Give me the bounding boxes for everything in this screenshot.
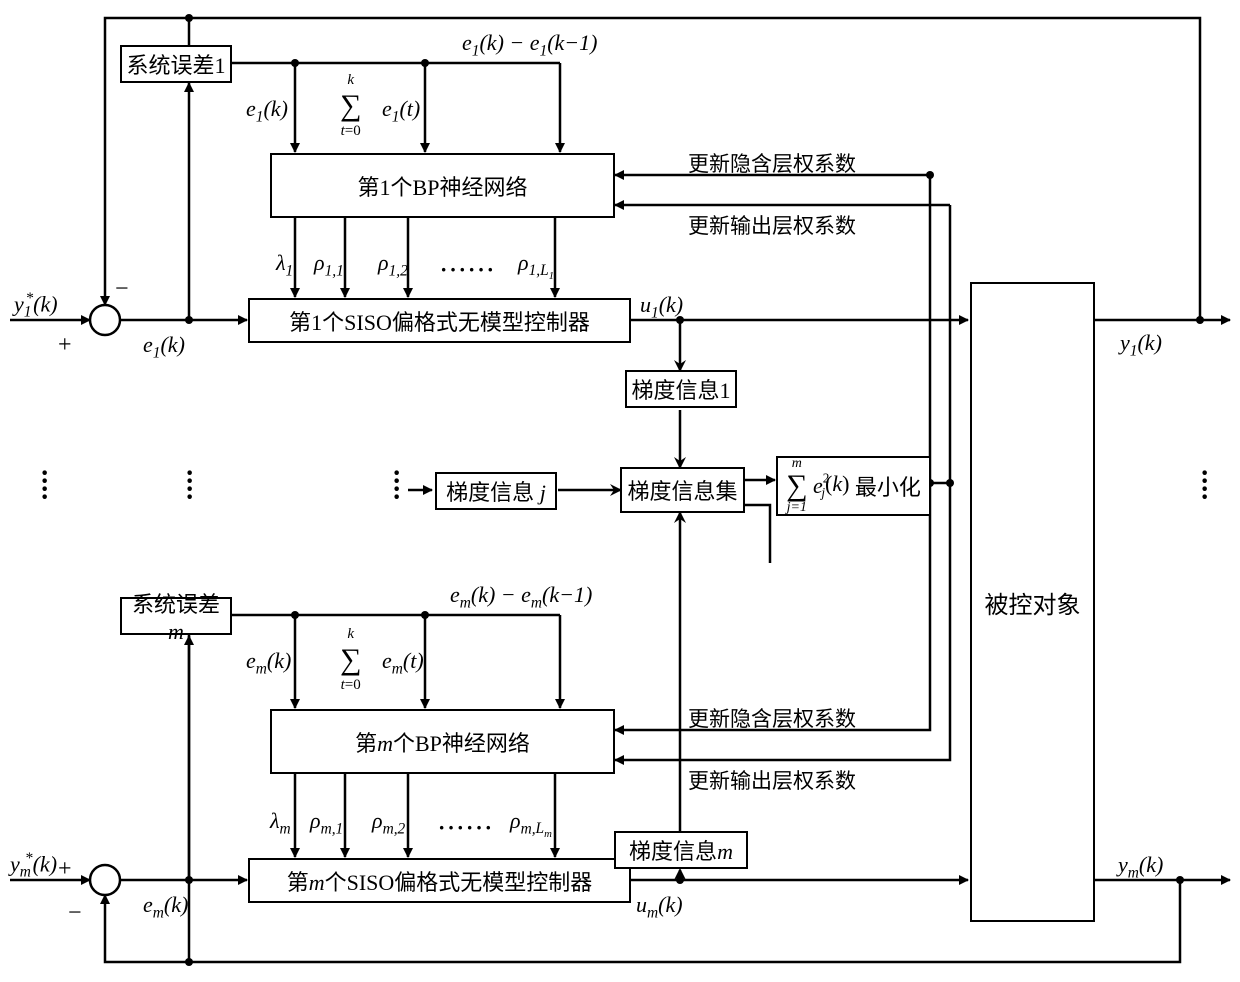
- rho12: ρ1,2: [378, 250, 408, 280]
- bpm-in-sum: k ∑ t=0: [340, 626, 361, 694]
- rhomL: ρm,Lm: [510, 808, 552, 840]
- um-label: um(k): [636, 892, 683, 922]
- bp-network-1-box: 第1个BP神经网络: [270, 153, 615, 218]
- sys-error-1-label: 系统误差1: [126, 48, 225, 80]
- vdots-left: ····: [40, 470, 49, 502]
- siso-controller-1-box: 第1个SISO偏格式无模型控制器: [248, 298, 631, 343]
- update-output-m: 更新输出层权系数: [688, 765, 856, 795]
- y1-out-label: y1(k): [1120, 330, 1162, 360]
- em-label: em(k): [143, 892, 188, 922]
- sisom-label: 第m个SISO偏格式无模型控制器: [287, 865, 593, 897]
- controlled-object-box: 被控对象: [970, 282, 1095, 922]
- controlled-object-label: 被控对象: [985, 585, 1081, 620]
- grad-info-set-box: 梯度信息集: [620, 467, 745, 513]
- bpm-in-e: em(k): [246, 648, 291, 678]
- bp-network-m-box: 第m个BP神经网络: [270, 709, 615, 774]
- bp1-in-e: e1(k): [246, 96, 288, 126]
- ym-ref-label: ym*(k): [10, 850, 57, 882]
- lambdam: λm: [270, 808, 291, 838]
- minus-1: −: [115, 276, 129, 303]
- gradm-label: 梯度信息m: [629, 834, 733, 866]
- plus-1: +: [58, 332, 72, 359]
- ym-out-label: ym(k): [1118, 852, 1163, 882]
- update-hidden-1: 更新隐含层权系数: [688, 148, 856, 178]
- grad1-label: 梯度信息1: [631, 373, 730, 405]
- sys-error-1-box: 系统误差1: [120, 45, 232, 83]
- e1-label: e1(k): [143, 332, 185, 362]
- bpm-diff: em(k) − em(k−1): [450, 582, 592, 612]
- vdots-2: ····: [185, 470, 194, 502]
- sys-error-m-box: 系统误差m: [120, 597, 232, 635]
- plus-m: +: [58, 856, 72, 883]
- bpm-sum-body: em(t): [382, 648, 424, 678]
- rho1L: ρ1,L1: [518, 250, 554, 282]
- rhom2: ρm,2: [372, 808, 405, 838]
- hdots2: ······: [438, 815, 494, 841]
- grad-info-m-box: 梯度信息m: [614, 831, 748, 869]
- rho11: ρ1,1: [314, 250, 344, 280]
- grad-info-1-box: 梯度信息1: [625, 370, 737, 408]
- rhom1: ρm,1: [310, 808, 343, 838]
- sys-error-m-label: 系统误差m: [126, 587, 226, 645]
- bp1-sum-body: e1(t): [382, 96, 420, 126]
- y1-ref-label: y1*(k): [14, 290, 58, 322]
- minus-m: −: [68, 900, 82, 927]
- lambda1: λ1: [276, 250, 293, 280]
- minimize-box: m∑j=1 e2j(k) 最小化: [776, 456, 931, 516]
- minimize-label: m∑j=1 e2j(k) 最小化: [786, 457, 921, 515]
- update-output-1: 更新输出层权系数: [688, 210, 856, 240]
- vdots-3: ····: [392, 470, 401, 502]
- bp1-label: 第1个BP神经网络: [358, 170, 528, 202]
- gradset-label: 梯度信息集: [627, 474, 737, 506]
- bpm-label: 第m个BP神经网络: [355, 726, 530, 758]
- siso1-label: 第1个SISO偏格式无模型控制器: [289, 305, 590, 337]
- vdots-right: ····: [1200, 470, 1209, 502]
- gradj-label: 梯度信息 j: [446, 475, 546, 507]
- u1-label: u1(k): [640, 292, 683, 322]
- bp1-diff: e1(k) − e1(k−1): [462, 30, 597, 60]
- grad-info-j-box: 梯度信息 j: [435, 472, 557, 510]
- bp1-in-sum: k ∑ t=0: [340, 72, 361, 140]
- hdots1: ······: [440, 257, 496, 283]
- update-hidden-m: 更新隐含层权系数: [688, 703, 856, 733]
- siso-controller-m-box: 第m个SISO偏格式无模型控制器: [248, 858, 631, 903]
